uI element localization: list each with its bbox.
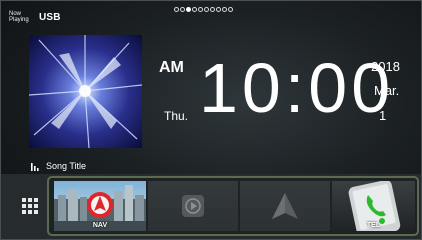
app-menu-grid-icon[interactable] bbox=[22, 198, 38, 214]
media-shortcut[interactable] bbox=[148, 181, 238, 231]
tel-label: TEL bbox=[366, 222, 381, 229]
clock-date: 1 bbox=[379, 108, 387, 123]
media-play-icon bbox=[182, 195, 204, 217]
level-bars-icon bbox=[31, 163, 39, 171]
clock-ampm: AM bbox=[159, 59, 184, 76]
nav-shortcut[interactable]: NAV bbox=[54, 181, 146, 231]
page-dot bbox=[210, 7, 215, 12]
source-name: USB bbox=[39, 12, 61, 23]
page-dot bbox=[192, 7, 197, 12]
song-info[interactable]: Song Title bbox=[31, 161, 86, 171]
android-auto-shortcut[interactable] bbox=[240, 181, 330, 231]
page-dot bbox=[216, 7, 221, 12]
page-dot bbox=[198, 7, 203, 12]
page-dot bbox=[222, 7, 227, 12]
page-dot bbox=[204, 7, 209, 12]
tel-shortcut[interactable]: TEL bbox=[332, 181, 415, 231]
nav-label: NAV bbox=[92, 222, 108, 229]
clock-year: 2018 bbox=[371, 59, 400, 74]
home-screen: Now Playing USB Song Title AM Thu. 10:00… bbox=[0, 0, 422, 240]
page-indicator bbox=[174, 7, 233, 12]
page-dot bbox=[174, 7, 179, 12]
page-dot bbox=[180, 7, 185, 12]
app-dock: NAV TEL bbox=[1, 174, 421, 239]
page-dot bbox=[228, 7, 233, 12]
album-art[interactable] bbox=[29, 35, 142, 148]
clock-month: Mar. bbox=[374, 83, 400, 98]
clock-day: Thu. bbox=[164, 109, 189, 123]
shortcut-bar: NAV TEL bbox=[47, 176, 419, 236]
page-dot-active bbox=[186, 7, 191, 12]
clock-time[interactable]: 10:00 bbox=[199, 53, 394, 123]
song-title: Song Title bbox=[46, 161, 87, 171]
android-auto-icon bbox=[272, 193, 298, 219]
source-header[interactable]: Now Playing USB bbox=[9, 11, 61, 23]
now-playing-label: Now Playing bbox=[9, 11, 29, 23]
